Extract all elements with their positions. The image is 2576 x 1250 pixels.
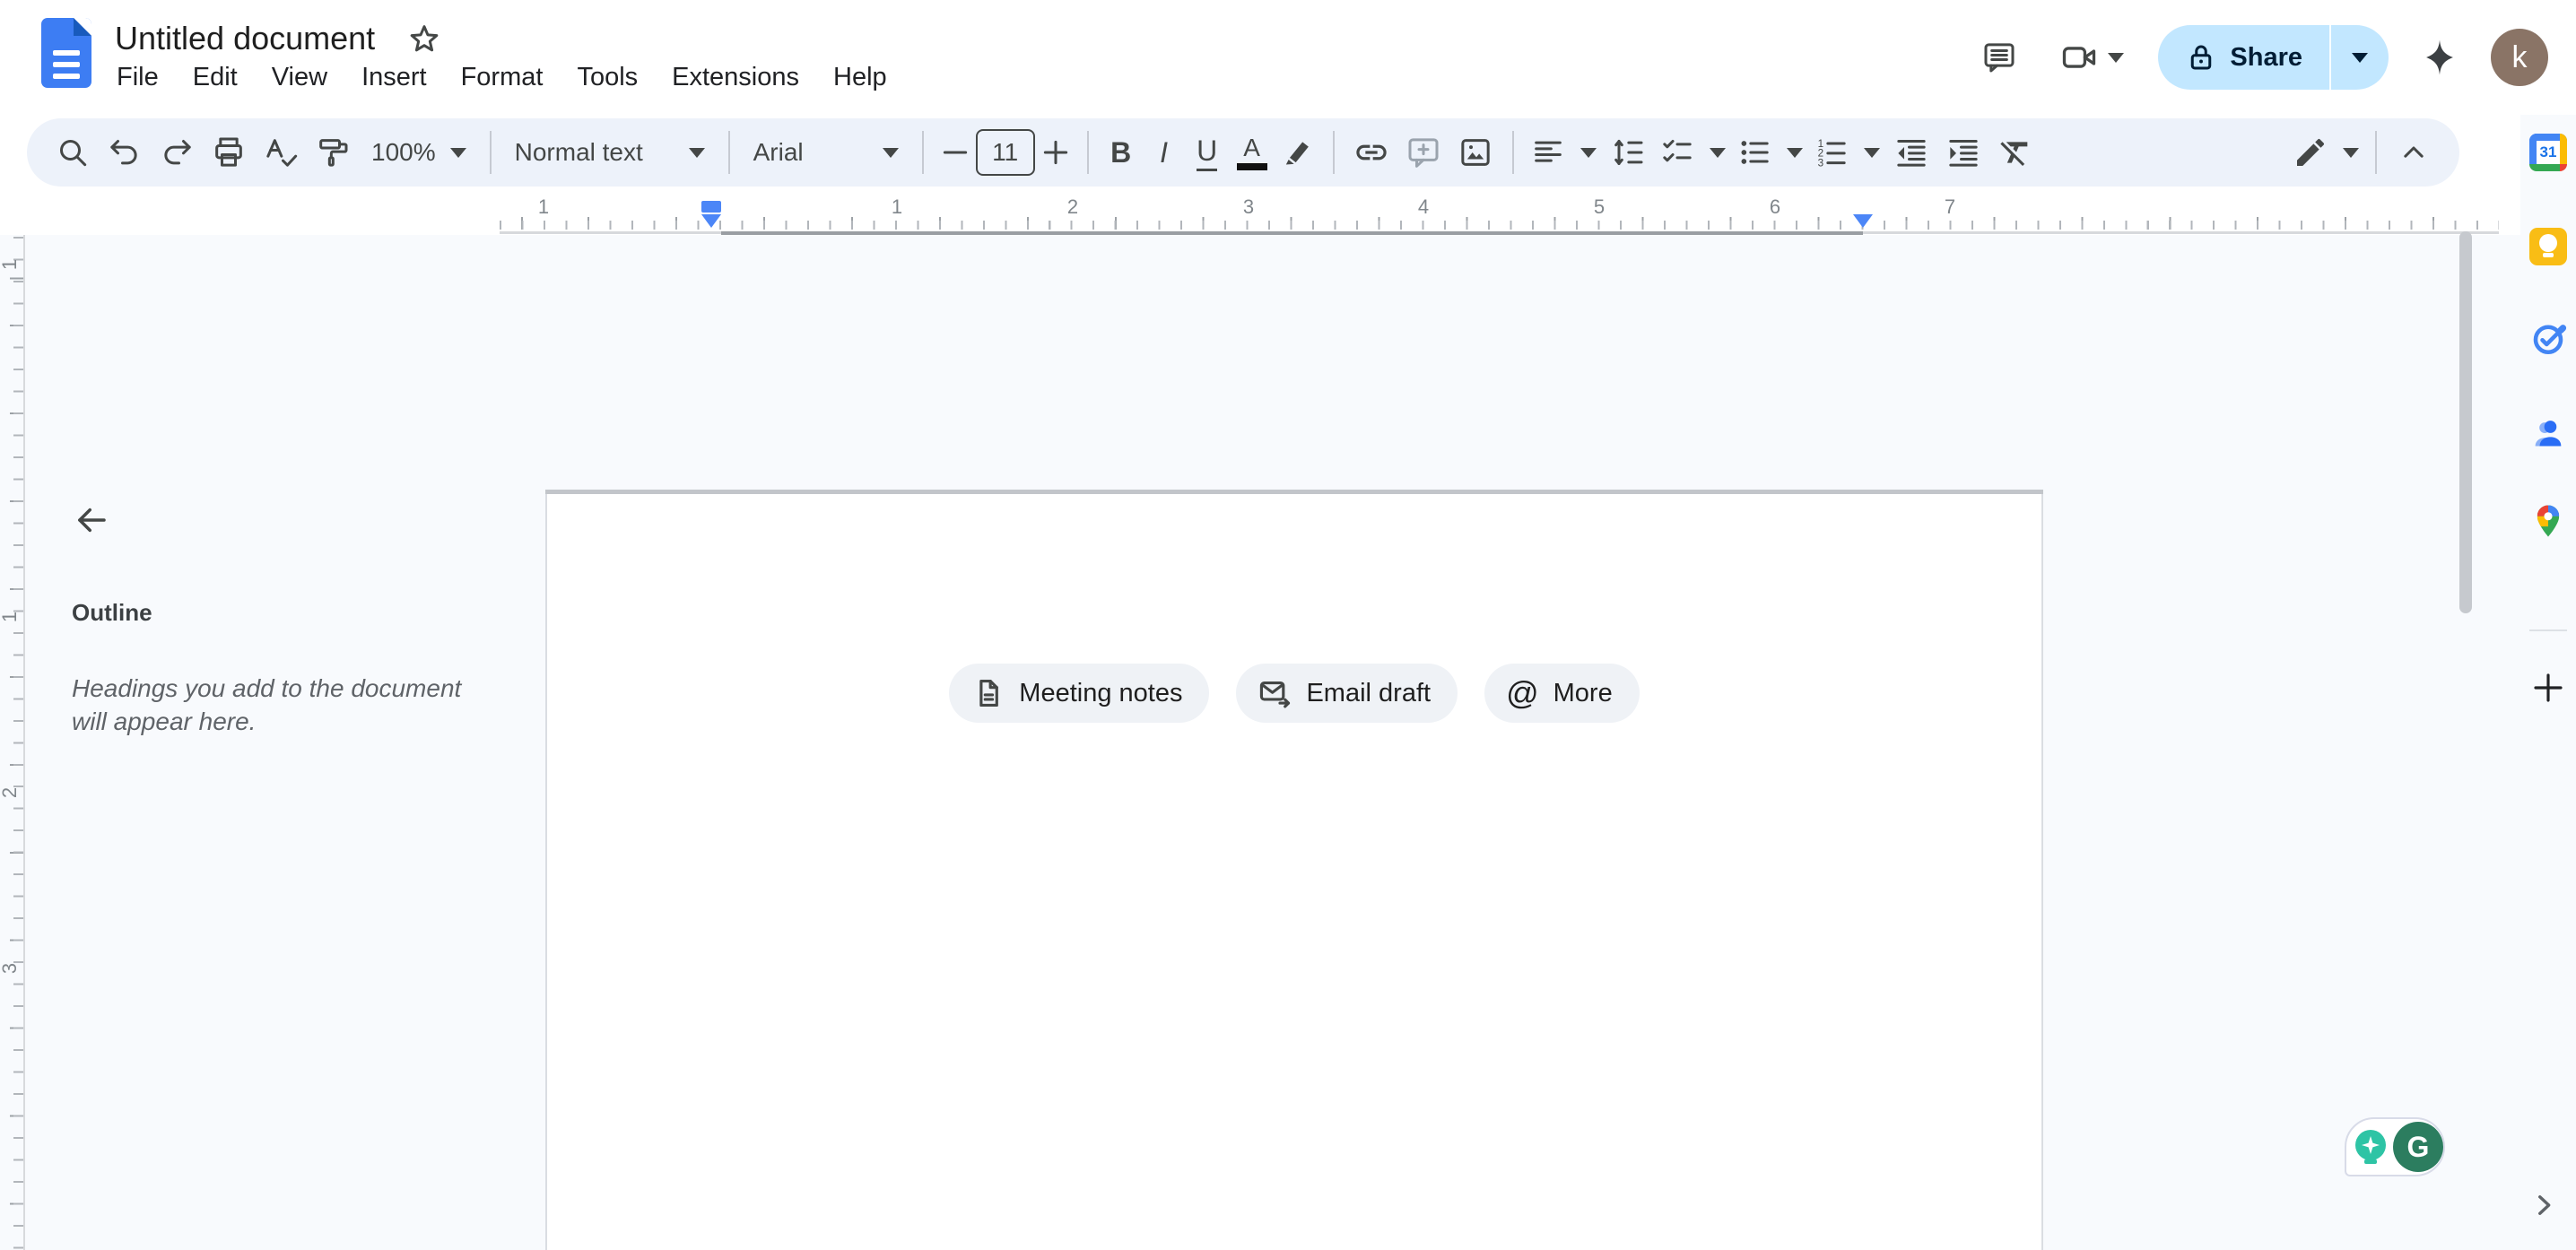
clear-formatting-icon[interactable]	[1989, 126, 2041, 178]
share-button-group: Share	[2158, 25, 2389, 90]
email-draft-chip[interactable]: Email draft	[1236, 664, 1458, 723]
close-outline-icon[interactable]	[66, 495, 117, 545]
grammarly-logo-icon[interactable]: G	[2393, 1122, 2443, 1172]
chevron-down-icon	[1580, 148, 1597, 158]
first-line-indent-marker[interactable]	[701, 201, 721, 213]
search-menus-icon[interactable]	[47, 126, 99, 178]
grammarly-suggestion-icon[interactable]	[2354, 1130, 2388, 1164]
font-select[interactable]: Arial	[741, 138, 911, 167]
document-page[interactable]: Meeting notes Email draft @ More	[545, 493, 2043, 1250]
menu-view[interactable]: View	[266, 59, 333, 96]
join-call-button[interactable]	[2050, 31, 2133, 83]
toolbar: 100% Normal text Arial 11 B I U A	[27, 118, 2459, 187]
increase-indent-icon[interactable]	[1937, 126, 1989, 178]
highlight-color-icon[interactable]	[1275, 126, 1322, 178]
chevron-down-icon	[450, 148, 466, 158]
redo-icon[interactable]	[151, 126, 203, 178]
chevron-down-icon	[2108, 53, 2124, 63]
horizontal-ruler[interactable]: 1 1 2 3 4 5 6 7	[0, 190, 2576, 235]
insert-link-icon[interactable]	[1345, 126, 1397, 178]
left-indent-marker[interactable]	[701, 214, 721, 228]
right-indent-marker[interactable]	[1853, 214, 1873, 228]
menu-extensions[interactable]: Extensions	[666, 59, 805, 96]
line-spacing-icon[interactable]	[1602, 126, 1654, 178]
gemini-sparkle-icon[interactable]	[2414, 31, 2466, 83]
font-value: Arial	[753, 138, 804, 167]
menu-help[interactable]: Help	[828, 59, 892, 96]
print-icon[interactable]	[203, 126, 255, 178]
share-dropdown-button[interactable]	[2331, 25, 2389, 90]
chevron-down-icon	[1710, 148, 1726, 158]
outline-panel: Outline Headings you add to the document…	[54, 495, 502, 738]
share-label: Share	[2230, 43, 2302, 73]
get-addons-plus-icon[interactable]	[2528, 667, 2569, 708]
paragraph-style-select[interactable]: Normal text	[502, 138, 718, 167]
keep-icon[interactable]	[2529, 228, 2567, 265]
zoom-value: 100%	[371, 138, 436, 167]
numbered-list-select[interactable]: 123	[1808, 135, 1885, 170]
paint-format-icon[interactable]	[307, 126, 359, 178]
comment-history-icon[interactable]	[1973, 31, 2025, 83]
undo-icon[interactable]	[99, 126, 151, 178]
add-comment-icon[interactable]	[1397, 126, 1449, 178]
building-blocks-row: Meeting notes Email draft @ More	[547, 664, 2041, 723]
menu-insert[interactable]: Insert	[356, 59, 432, 96]
header: Untitled document File Edit View Insert …	[0, 0, 2576, 112]
increase-font-size-button[interactable]	[1035, 126, 1076, 178]
hide-menus-icon[interactable]	[2388, 126, 2440, 178]
maps-icon[interactable]	[2529, 502, 2567, 540]
editor-canvas: Outline Headings you add to the document…	[0, 235, 2576, 1250]
side-panel: 31	[2520, 115, 2576, 1250]
zoom-select[interactable]: 100%	[359, 138, 479, 167]
tasks-icon[interactable]	[2529, 319, 2567, 357]
grammarly-widget[interactable]: G	[2345, 1117, 2445, 1176]
meeting-notes-chip[interactable]: Meeting notes	[949, 664, 1209, 723]
insert-image-icon[interactable]	[1449, 126, 1501, 178]
checklist-select[interactable]	[1654, 135, 1731, 170]
vertical-scrollbar[interactable]	[2459, 231, 2472, 613]
outline-title: Outline	[72, 599, 502, 627]
account-avatar[interactable]: k	[2491, 29, 2548, 86]
chevron-down-icon	[2352, 53, 2368, 63]
decrease-font-size-button[interactable]	[935, 126, 976, 178]
bold-button[interactable]: B	[1100, 126, 1143, 178]
hide-side-panel-chevron-icon[interactable]	[2524, 1185, 2563, 1225]
outline-empty-message: Headings you add to the document will ap…	[72, 672, 484, 738]
editing-mode-select[interactable]	[2287, 135, 2364, 170]
chevron-down-icon	[1787, 148, 1803, 158]
vertical-ruler[interactable]: 1 1 2 3	[0, 235, 50, 1250]
star-icon[interactable]	[398, 13, 450, 65]
at-icon: @	[1506, 674, 1539, 712]
spell-check-icon[interactable]	[255, 126, 307, 178]
svg-text:3: 3	[1817, 158, 1823, 169]
contacts-icon[interactable]	[2529, 414, 2567, 452]
menu-tools[interactable]: Tools	[571, 59, 643, 96]
align-select[interactable]	[1525, 135, 1602, 170]
menu-format[interactable]: Format	[456, 59, 549, 96]
decrease-indent-icon[interactable]	[1885, 126, 1937, 178]
menu-bar: File Edit View Insert Format Tools Exten…	[111, 59, 892, 96]
chevron-down-icon	[2343, 148, 2359, 158]
bulleted-list-select[interactable]	[1731, 135, 1808, 170]
menu-file[interactable]: File	[111, 59, 164, 96]
more-building-blocks-chip[interactable]: @ More	[1484, 664, 1640, 723]
share-button[interactable]: Share	[2158, 25, 2329, 90]
calendar-icon[interactable]: 31	[2529, 134, 2567, 171]
italic-button[interactable]: I	[1143, 126, 1186, 178]
style-value: Normal text	[515, 138, 643, 167]
google-docs-logo-icon[interactable]	[41, 18, 91, 88]
underline-button[interactable]: U	[1186, 126, 1229, 178]
document-title[interactable]: Untitled document	[115, 20, 375, 57]
font-size-input[interactable]: 11	[976, 129, 1035, 176]
menu-edit[interactable]: Edit	[187, 59, 243, 96]
chevron-down-icon	[883, 148, 899, 158]
text-color-button[interactable]: A	[1229, 126, 1275, 178]
chevron-down-icon	[1864, 148, 1880, 158]
chevron-down-icon	[689, 148, 705, 158]
